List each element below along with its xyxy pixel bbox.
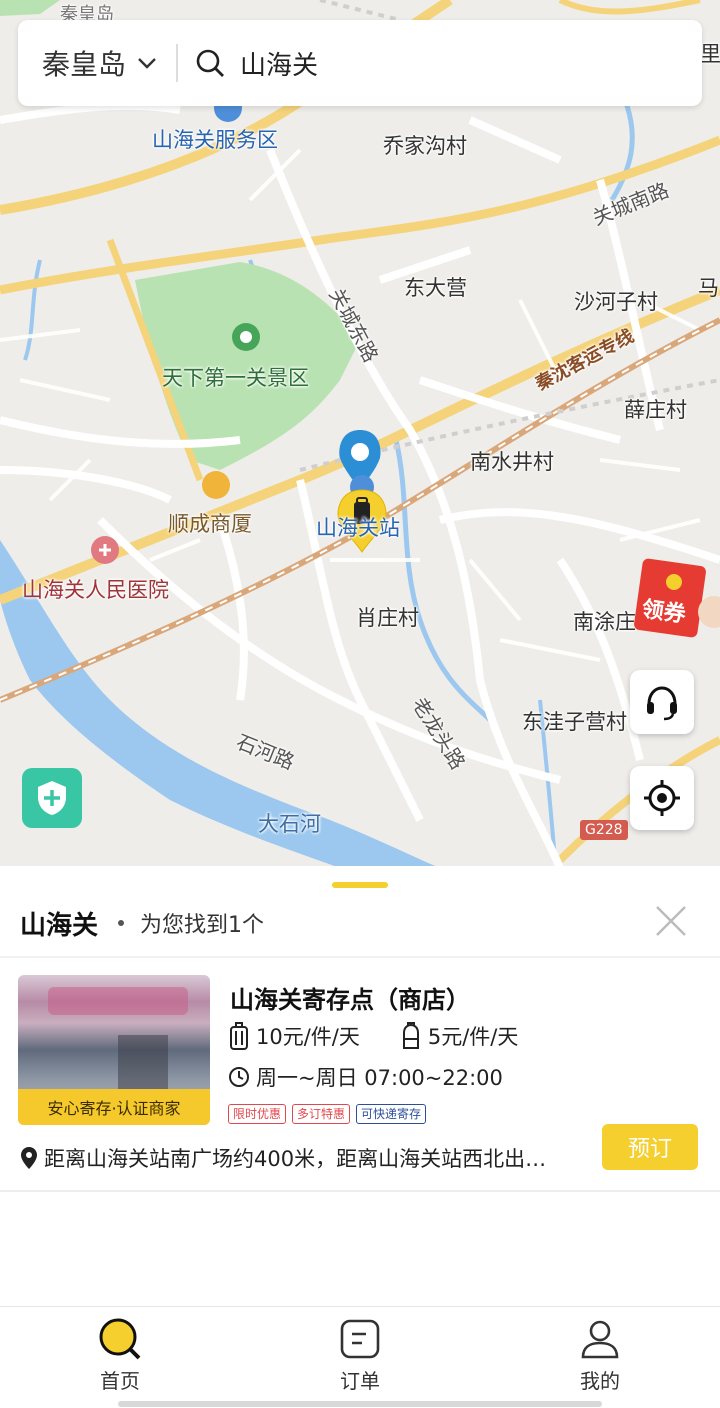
map-label-station[interactable]: 山海关站 bbox=[316, 512, 400, 542]
tab-profile[interactable]: 我的 bbox=[540, 1317, 660, 1397]
tab-orders[interactable]: 订单 bbox=[300, 1317, 420, 1397]
divider bbox=[0, 1190, 720, 1192]
price-row: 10元/件/天 5元/件/天 bbox=[228, 1020, 518, 1052]
map-label-shuncheng[interactable]: 顺成商厦 bbox=[168, 508, 252, 538]
suitcase-icon bbox=[230, 1022, 248, 1050]
coupon-label: 领券 bbox=[640, 597, 688, 628]
map-label-scenic-area[interactable]: 天下第一关景区 bbox=[162, 362, 309, 392]
separator-dot bbox=[118, 920, 125, 926]
map-label-nanshuijing: 南水井村 bbox=[470, 450, 554, 474]
map-view[interactable]: 秦皇岛 山海关服务区 乔家沟村 关城南路 马 东大营 关城东路 沙河子村 天下第… bbox=[0, 0, 720, 868]
shop-name: 山海关寄存点（商店） bbox=[230, 986, 470, 1014]
map-label-xiaozhuang: 肖庄村 bbox=[356, 606, 419, 630]
location-pin-icon bbox=[21, 1147, 37, 1169]
map-canvas bbox=[0, 0, 720, 868]
backpack-icon bbox=[402, 1022, 419, 1049]
highway-shield-g228: G228 bbox=[580, 820, 628, 840]
tag-express: 可快递寄存 bbox=[356, 1104, 427, 1124]
chevron-down-icon bbox=[138, 58, 156, 69]
sheet-title: 山海关 bbox=[20, 910, 99, 941]
search-divider bbox=[176, 44, 179, 82]
locate-button[interactable] bbox=[630, 766, 694, 830]
map-label-ma: 马 bbox=[698, 276, 719, 300]
city-label: 秦皇岛 bbox=[42, 48, 127, 81]
result-count: 为您找到1个 bbox=[140, 913, 265, 938]
map-label-hospital[interactable]: 山海关人民医院 bbox=[22, 574, 169, 604]
map-label-right-edge: 里 bbox=[700, 42, 720, 66]
result-card[interactable]: 安心寄存·认证商家 山海关寄存点（商店） 10元/件/天 5元/件/天 周一~周… bbox=[0, 958, 720, 1190]
map-label-qiaojiagou: 乔家沟村 bbox=[383, 134, 467, 158]
home-indicator bbox=[118, 1401, 602, 1407]
map-label-service-area[interactable]: 山海关服务区 bbox=[152, 124, 278, 154]
safety-shield-button[interactable] bbox=[22, 768, 82, 828]
address-row: 距离山海关站南广场约400米，距离山海关站西北出… bbox=[20, 1140, 580, 1176]
hours-row: 周一~周日 07:00~22:00 bbox=[228, 1062, 503, 1092]
headset-icon bbox=[647, 686, 677, 721]
tab-label: 订单 bbox=[340, 1369, 380, 1393]
close-icon[interactable] bbox=[654, 904, 688, 938]
sheet-drag-handle[interactable] bbox=[332, 882, 388, 888]
map-label-nantu: 南涂庄 bbox=[573, 610, 636, 634]
map-label-dongwazi: 东洼子营村 bbox=[522, 710, 627, 734]
map-label-xuezhuang: 薛庄村 bbox=[624, 398, 687, 422]
search-icon bbox=[196, 49, 225, 77]
orders-icon bbox=[340, 1319, 380, 1359]
shop-thumbnail: 安心寄存·认证商家 bbox=[18, 975, 210, 1125]
book-button[interactable]: 预订 bbox=[602, 1124, 698, 1170]
search-bar: 秦皇岛 山海关 bbox=[18, 20, 702, 106]
customer-service-button[interactable] bbox=[630, 670, 694, 734]
search-icon bbox=[99, 1318, 141, 1360]
price-backpack: 5元/件/天 bbox=[427, 1025, 519, 1049]
certified-badge: 安心寄存·认证商家 bbox=[18, 1089, 210, 1125]
shield-icon bbox=[38, 781, 66, 815]
tab-label: 首页 bbox=[100, 1369, 140, 1393]
map-label-shahezi: 沙河子村 bbox=[574, 290, 658, 314]
tab-bar: 首页 订单 我的 bbox=[0, 1306, 720, 1408]
results-sheet: 山海关 为您找到1个 安心寄存·认证商家 山海关寄存点（商店） 10元/件/天 … bbox=[0, 866, 720, 1306]
map-label-dashihe: 大石河 bbox=[258, 812, 321, 836]
tag-multi-order: 多订特惠 bbox=[292, 1104, 351, 1124]
profile-icon bbox=[581, 1320, 619, 1359]
clock-icon bbox=[229, 1067, 249, 1087]
city-selector[interactable]: 秦皇岛 bbox=[42, 43, 158, 83]
search-input[interactable]: 山海关 bbox=[240, 45, 318, 82]
tag-limited-offer: 限时优惠 bbox=[228, 1104, 287, 1124]
address-text: 距离山海关站南广场约400米，距离山海关站西北出… bbox=[44, 1147, 547, 1171]
sheet-header: 山海关 为您找到1个 bbox=[20, 904, 710, 942]
tag-list: 限时优惠 多订特惠 可快递寄存 bbox=[228, 1104, 432, 1124]
price-luggage: 10元/件/天 bbox=[256, 1025, 360, 1049]
tab-label: 我的 bbox=[580, 1369, 620, 1393]
coupon-button[interactable]: 领券 bbox=[634, 556, 720, 638]
tab-home[interactable]: 首页 bbox=[60, 1317, 180, 1397]
locate-icon bbox=[644, 780, 680, 816]
map-label-dongdaying: 东大营 bbox=[404, 276, 467, 300]
opening-hours: 周一~周日 07:00~22:00 bbox=[256, 1066, 503, 1090]
